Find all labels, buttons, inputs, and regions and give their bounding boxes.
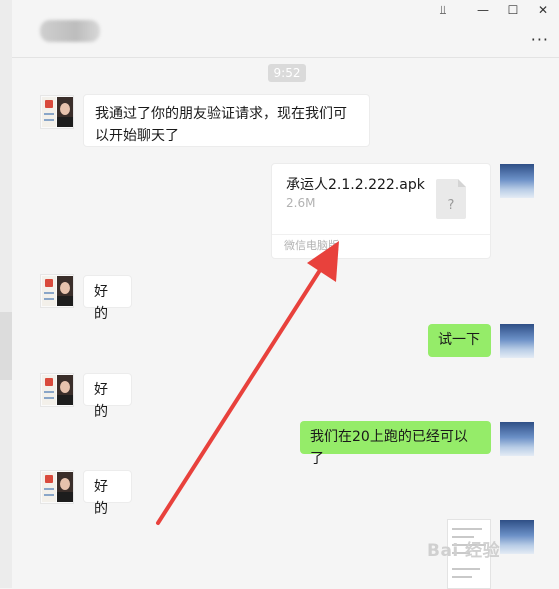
- annotation-arrow: [156, 241, 339, 525]
